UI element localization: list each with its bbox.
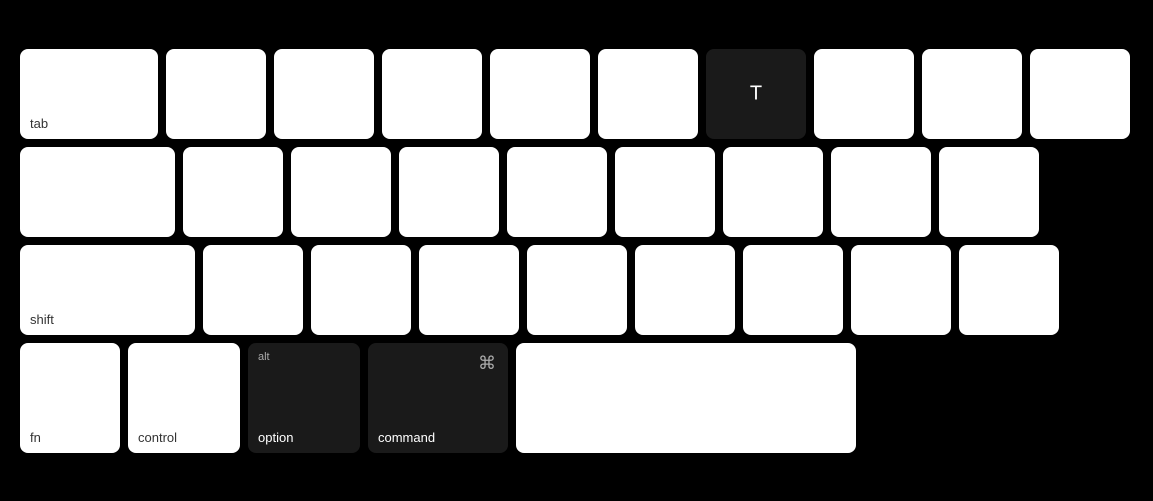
key-shift[interactable]: shift xyxy=(20,245,195,335)
key-r1k9[interactable] xyxy=(922,49,1022,139)
key-space[interactable] xyxy=(516,343,856,453)
key-r3k2[interactable] xyxy=(203,245,303,335)
key-alt-bottom-label: option xyxy=(258,430,350,445)
key-tab[interactable]: tab xyxy=(20,49,158,139)
keyboard-row-3: shift xyxy=(20,245,1133,335)
key-alt-top-label: alt xyxy=(258,351,270,363)
key-r3k9[interactable] xyxy=(959,245,1059,335)
key-r2k8[interactable] xyxy=(831,147,931,237)
key-r2k2[interactable] xyxy=(183,147,283,237)
keyboard-row-1: tab T xyxy=(20,49,1133,139)
key-command-symbol: ⌘ xyxy=(478,353,496,374)
key-r2k3[interactable] xyxy=(291,147,391,237)
key-fn-label: fn xyxy=(30,430,110,445)
key-r3k4[interactable] xyxy=(419,245,519,335)
key-control[interactable]: control xyxy=(128,343,240,453)
keyboard-row-4: fn control alt option ⌘ command xyxy=(20,343,1133,453)
key-r1k2[interactable] xyxy=(166,49,266,139)
key-r2k6[interactable] xyxy=(615,147,715,237)
key-T[interactable]: T xyxy=(706,49,806,139)
key-r3k7[interactable] xyxy=(743,245,843,335)
keyboard: tab T shift xyxy=(0,0,1153,501)
key-r2k9[interactable] xyxy=(939,147,1039,237)
key-r1k8[interactable] xyxy=(814,49,914,139)
key-r1k3[interactable] xyxy=(274,49,374,139)
key-r1k10[interactable] xyxy=(1030,49,1130,139)
key-command-bottom-label: command xyxy=(378,430,498,445)
key-tab-label: tab xyxy=(30,116,148,131)
key-T-label: T xyxy=(750,82,762,105)
key-control-label: control xyxy=(138,430,230,445)
key-r1k6[interactable] xyxy=(598,49,698,139)
key-r3k3[interactable] xyxy=(311,245,411,335)
key-caps[interactable] xyxy=(20,147,175,237)
key-r2k7[interactable] xyxy=(723,147,823,237)
key-r1k5[interactable] xyxy=(490,49,590,139)
key-alt-option[interactable]: alt option xyxy=(248,343,360,453)
keyboard-row-2 xyxy=(20,147,1133,237)
key-shift-label: shift xyxy=(30,312,185,327)
key-r3k8[interactable] xyxy=(851,245,951,335)
key-r1k4[interactable] xyxy=(382,49,482,139)
key-fn[interactable]: fn xyxy=(20,343,120,453)
key-r3k6[interactable] xyxy=(635,245,735,335)
key-r2k5[interactable] xyxy=(507,147,607,237)
key-r3k5[interactable] xyxy=(527,245,627,335)
key-command[interactable]: ⌘ command xyxy=(368,343,508,453)
key-r2k4[interactable] xyxy=(399,147,499,237)
